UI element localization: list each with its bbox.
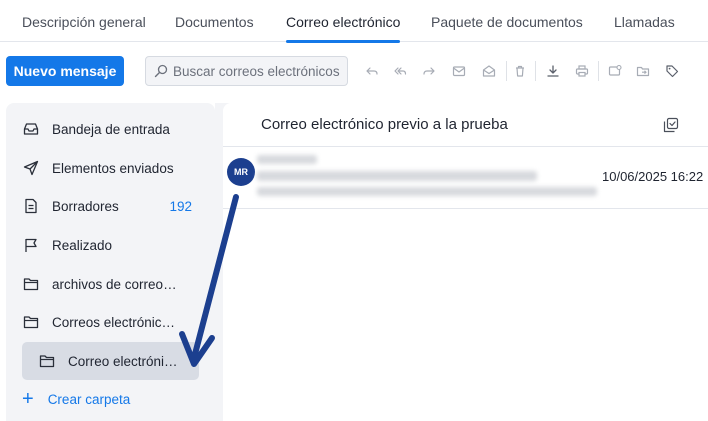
- avatar: MR: [227, 158, 255, 186]
- sidebar-item-sent[interactable]: Elementos enviados: [6, 149, 215, 187]
- sidebar-item-inbox[interactable]: Bandeja de entrada: [6, 110, 215, 148]
- tab-bar: Descripción general Documentos Correo el…: [0, 0, 708, 43]
- select-all-icon[interactable]: [661, 115, 681, 135]
- move-icon[interactable]: [633, 61, 653, 81]
- email-date: 10/06/2025 16:22: [602, 169, 704, 184]
- sidebar-subitem-email-folder[interactable]: Correo electrónic…: [22, 342, 199, 380]
- create-folder-label: Crear carpeta: [47, 391, 131, 407]
- email-list-panel: Correo electrónico previo a la prueba MR…: [223, 103, 708, 421]
- inbox-icon: [22, 120, 40, 138]
- create-folder-button[interactable]: + Crear carpeta: [22, 389, 130, 409]
- toolbar-divider: [598, 61, 599, 81]
- sidebar-item-label: Bandeja de entrada: [52, 121, 170, 137]
- sidebar-item-email-archives[interactable]: archivos de correos…: [6, 265, 215, 303]
- mark-read-icon[interactable]: [449, 61, 469, 81]
- toolbar-divider: [535, 61, 536, 81]
- sidebar-item-label: Correos electrónico…: [52, 314, 182, 330]
- redacted-sender: [257, 155, 317, 164]
- sidebar-item-label: archivos de correos…: [52, 276, 182, 292]
- sidebar-item-label: Realizado: [52, 237, 113, 253]
- send-icon: [22, 159, 40, 177]
- folder-title: Correo electrónico previo a la prueba: [261, 116, 508, 133]
- toolbar-divider: [506, 61, 507, 81]
- download-icon[interactable]: [543, 61, 563, 81]
- delete-icon[interactable]: [510, 61, 530, 81]
- tab-document-package[interactable]: Paquete de documentos: [431, 0, 583, 42]
- sidebar-item-done[interactable]: Realizado: [6, 226, 215, 264]
- tab-calls[interactable]: Llamadas: [614, 0, 675, 42]
- sidebar-item-label: Borradores: [52, 198, 119, 214]
- sidebar-item-drafts[interactable]: Borradores 192: [6, 187, 215, 225]
- search-input[interactable]: [173, 63, 343, 79]
- tab-email[interactable]: Correo electrónico: [286, 0, 401, 43]
- folder-sidebar: Bandeja de entrada Elementos enviados Bo…: [6, 103, 215, 421]
- email-row[interactable]: MR 10/06/2025 16:22: [223, 147, 708, 209]
- forward-icon[interactable]: [419, 61, 439, 81]
- reply-icon[interactable]: [362, 61, 382, 81]
- folder-icon: [38, 352, 56, 370]
- flag-icon: [22, 236, 40, 254]
- redacted-subject: [257, 171, 537, 181]
- tab-documents[interactable]: Documentos: [175, 0, 254, 42]
- assign-icon[interactable]: [605, 61, 625, 81]
- plus-icon: +: [22, 388, 34, 410]
- folder-icon: [22, 275, 40, 293]
- sidebar-item-emails-folder[interactable]: Correos electrónico…: [6, 303, 215, 341]
- search-box[interactable]: [145, 56, 348, 86]
- draft-icon: [22, 197, 40, 215]
- drafts-count-badge: 192: [169, 198, 192, 214]
- folder-icon: [22, 313, 40, 331]
- sidebar-item-label: Elementos enviados: [52, 160, 174, 176]
- print-icon[interactable]: [572, 61, 592, 81]
- mark-unread-icon[interactable]: [479, 61, 499, 81]
- redacted-preview: [257, 187, 597, 196]
- tab-overview[interactable]: Descripción general: [22, 0, 146, 42]
- search-icon: [154, 64, 168, 78]
- tag-icon[interactable]: [662, 61, 682, 81]
- sidebar-subitem-label: Correo electrónic…: [68, 353, 182, 369]
- reply-all-icon[interactable]: [390, 61, 410, 81]
- new-message-button[interactable]: Nuevo mensaje: [6, 56, 124, 86]
